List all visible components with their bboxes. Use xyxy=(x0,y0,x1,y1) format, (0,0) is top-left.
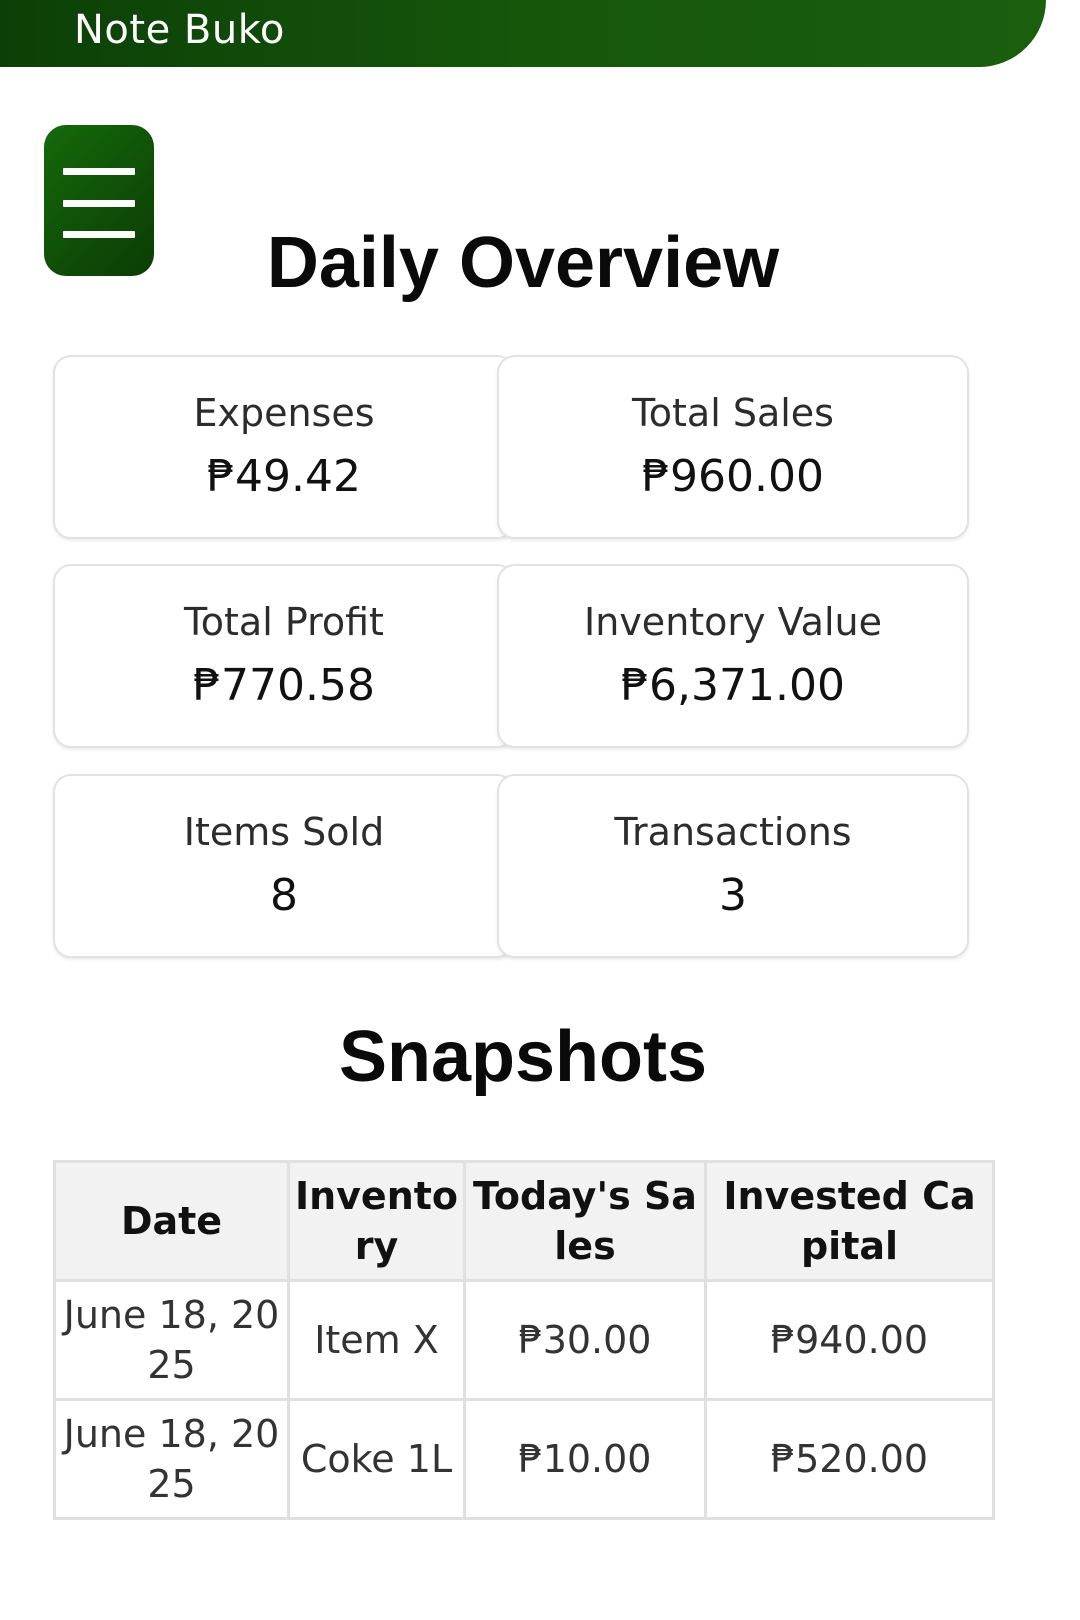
items-sold-card: Items Sold 8 xyxy=(53,774,515,958)
card-value: ₱960.00 xyxy=(642,451,824,502)
cell-date: June 18, 2025 xyxy=(53,1279,290,1401)
card-label: Total Sales xyxy=(632,391,834,435)
column-header-inventory: Inventory xyxy=(287,1160,466,1282)
card-label: Items Sold xyxy=(183,810,385,854)
column-header-date: Date xyxy=(53,1160,290,1282)
card-value: ₱6,371.00 xyxy=(621,660,845,711)
menu-bar-line xyxy=(63,200,135,207)
card-label: Total Profit xyxy=(184,600,384,644)
inventory-value-card: Inventory Value ₱6,371.00 xyxy=(497,564,969,748)
cell-date: June 18, 2025 xyxy=(53,1398,290,1520)
app-header: Note Buko xyxy=(0,0,1046,67)
table-row: June 18, 2025 Item X ₱30.00 ₱940.00 xyxy=(53,1279,995,1401)
app-title: Note Buko xyxy=(74,7,285,53)
card-label: Transactions xyxy=(614,810,852,854)
table-row: June 18, 2025 Coke 1L ₱10.00 ₱520.00 xyxy=(53,1398,995,1520)
card-label: Expenses xyxy=(193,391,375,435)
cell-todays-sales: ₱30.00 xyxy=(463,1279,707,1401)
column-header-invested-capital: Invested Capital xyxy=(704,1160,995,1282)
cell-inventory: Item X xyxy=(287,1279,466,1401)
snapshots-table: Date Inventory Today's Sales Invested Ca… xyxy=(53,1160,995,1520)
card-value: 3 xyxy=(719,870,747,921)
column-header-todays-sales: Today's Sales xyxy=(463,1160,707,1282)
card-label: Inventory Value xyxy=(584,600,882,644)
card-value: ₱49.42 xyxy=(207,451,361,502)
cell-invested-capital: ₱520.00 xyxy=(704,1398,995,1520)
card-value: 8 xyxy=(270,870,298,921)
total-profit-card: Total Profit ₱770.58 xyxy=(53,564,515,748)
snapshots-title: Snapshots xyxy=(338,1017,708,1097)
page-title: Daily Overview xyxy=(266,223,780,303)
total-sales-card: Total Sales ₱960.00 xyxy=(497,355,969,539)
transactions-card: Transactions 3 xyxy=(497,774,969,958)
menu-bar-line xyxy=(63,168,135,175)
expenses-card: Expenses ₱49.42 xyxy=(53,355,515,539)
cell-invested-capital: ₱940.00 xyxy=(704,1279,995,1401)
cell-todays-sales: ₱10.00 xyxy=(463,1398,707,1520)
card-value: ₱770.58 xyxy=(193,660,375,711)
table-header-row: Date Inventory Today's Sales Invested Ca… xyxy=(53,1160,995,1282)
cell-inventory: Coke 1L xyxy=(287,1398,466,1520)
